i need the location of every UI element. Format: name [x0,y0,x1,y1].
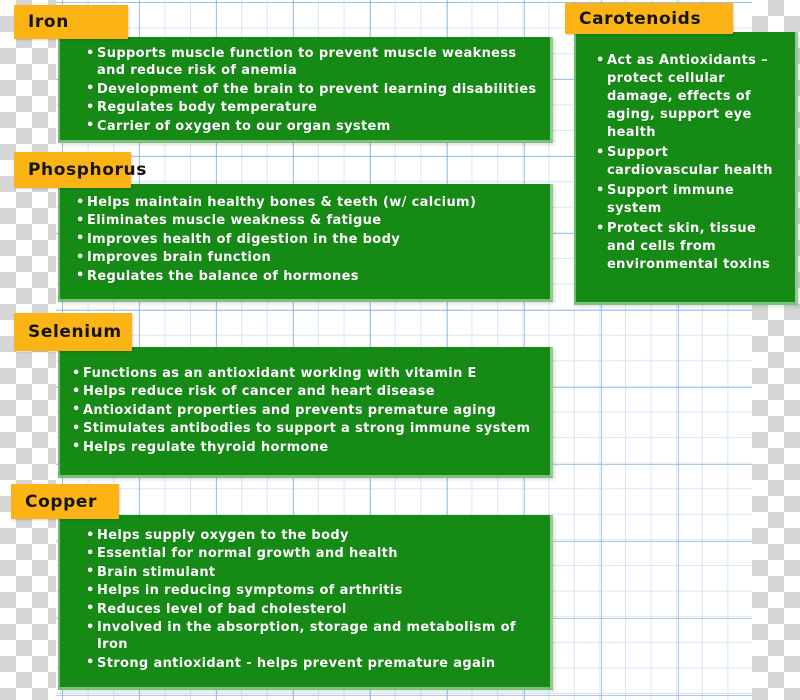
bullet-list-carotenoids: Act as Antioxidants – protect cellular d… [576,32,795,284]
list-item: Protect skin, tissue and cells from envi… [596,220,785,274]
bullet-list-phosphorus: Helps maintain healthy bones & teeth (w/… [60,184,550,294]
section-title-phosphorus: Phosphorus [28,160,147,180]
list-item: Helps regulate thyroid hormone [72,438,540,456]
list-item: Antioxidant properties and prevents prem… [72,401,540,419]
list-item: Regulates the balance of hormones [76,267,540,285]
section-panel-phosphorus: Helps maintain healthy bones & teeth (w/… [58,184,553,302]
section-title-iron: Iron [28,12,69,32]
section-title-tab-phosphorus: Phosphorus [14,152,146,188]
section-panel-iron: Supports muscle function to prevent musc… [58,37,553,143]
section-title-selenium: Selenium [28,322,122,342]
list-item: Carrier of oxygen to our organ system [86,117,540,135]
list-item: Helps reduce risk of cancer and heart di… [72,383,540,401]
bullet-list-copper: Helps supply oxygen to the body Essentia… [60,515,550,681]
list-item: Eliminates muscle weakness & fatigue [76,212,540,230]
section-title-tab-copper: Copper [11,484,119,519]
list-item: Strong antioxidant - helps prevent prema… [86,654,540,672]
list-item: Regulates body temperature [86,99,540,117]
list-item: Stimulates antibodies to support a stron… [72,420,540,438]
list-item: Brain stimulant [86,563,540,581]
list-item: Functions as an antioxidant working with… [72,364,540,382]
section-panel-selenium: Functions as an antioxidant working with… [58,347,553,478]
list-item: Development of the brain to prevent lear… [86,80,540,98]
section-title-carotenoids: Carotenoids [579,8,702,29]
bullet-list-selenium: Functions as an antioxidant working with… [60,347,550,465]
list-item: Support cardiovascular health [596,144,785,180]
list-item: Reduces level of bad cholesterol [86,600,540,618]
list-item: Improves health of digestion in the body [76,230,540,248]
infographic-canvas: Iron Supports muscle function to prevent… [0,0,800,700]
list-item: Essential for normal growth and health [86,545,540,563]
section-title-tab-iron: Iron [14,5,128,39]
list-item: Support immune system [596,182,785,218]
list-item: Helps maintain healthy bones & teeth (w/… [76,193,540,211]
section-title-copper: Copper [25,491,98,512]
list-item: Involved in the absorption, storage and … [86,619,540,654]
section-panel-carotenoids: Act as Antioxidants – protect cellular d… [574,32,798,305]
list-item: Improves brain function [76,249,540,267]
section-title-tab-selenium: Selenium [14,313,132,351]
list-item: Supports muscle function to prevent musc… [86,45,540,80]
list-item: Helps supply oxygen to the body [86,526,540,544]
list-item: Helps in reducing symptoms of arthritis [86,582,540,600]
bullet-list-iron: Supports muscle function to prevent musc… [60,37,550,144]
section-panel-copper: Helps supply oxygen to the body Essentia… [58,515,553,690]
section-title-tab-carotenoids: Carotenoids [565,3,733,34]
list-item: Act as Antioxidants – protect cellular d… [596,52,785,142]
